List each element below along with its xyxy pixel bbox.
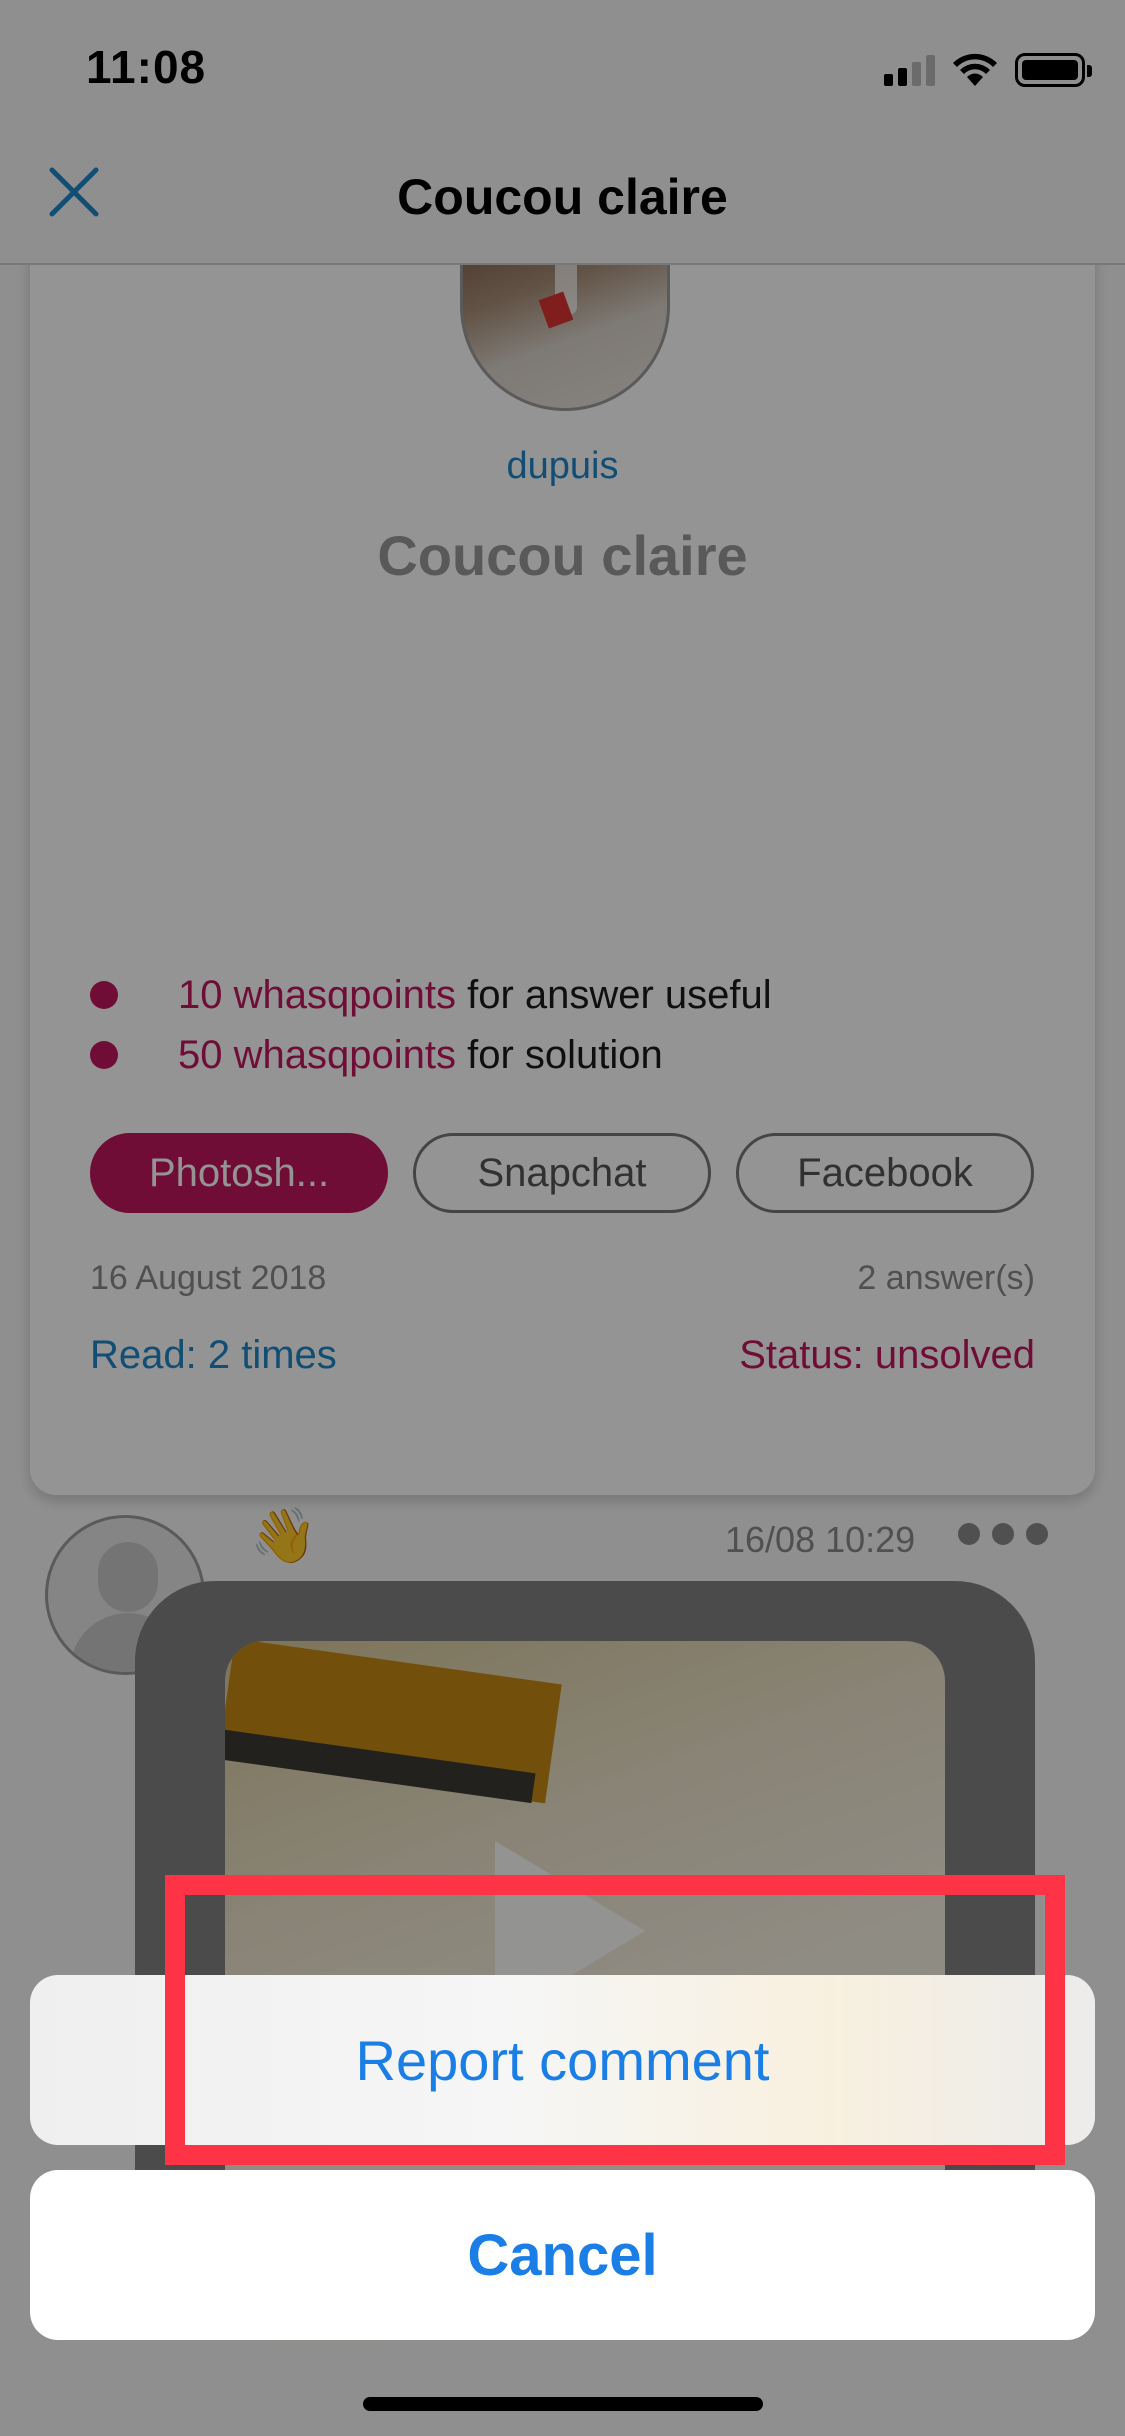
report-comment-label: Report comment <box>355 2028 770 2092</box>
cancel-button[interactable]: Cancel <box>30 2170 1095 2340</box>
report-comment-button[interactable]: Report comment <box>30 1975 1095 2145</box>
home-indicator <box>363 2397 763 2411</box>
